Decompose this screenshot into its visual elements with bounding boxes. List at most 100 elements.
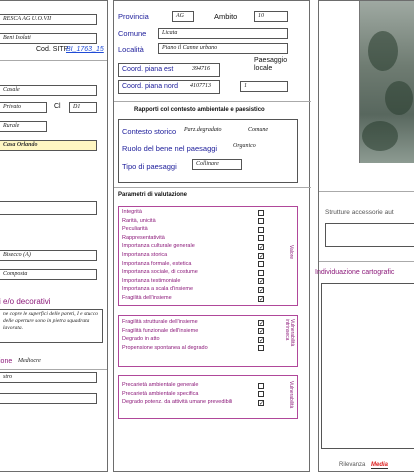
divider [0, 369, 107, 370]
param-label: Precarietà ambientale generale [122, 382, 199, 388]
param-label: Importanza storica [122, 252, 168, 258]
provincia-field[interactable]: AG [172, 11, 194, 22]
param-checkbox[interactable]: ✓ [258, 295, 264, 302]
param-label: Integrità [122, 209, 142, 215]
param-checkbox[interactable]: ✓ [258, 286, 264, 293]
param-checkbox[interactable]: ✓ [258, 278, 264, 285]
param-label: Fragilità dell'insieme [122, 295, 172, 301]
param-label: Importanza culturale generale [122, 243, 195, 250]
field-category[interactable]: Beni Isolati [0, 33, 97, 44]
param-label: Degrado in atto [122, 336, 160, 343]
rapporti-title: Rapporti col contesto ambientale e paesi… [134, 107, 265, 113]
comune-label: Comune [118, 29, 147, 38]
param-checkbox[interactable]: ✓ [258, 328, 264, 335]
divider [0, 60, 107, 61]
param-label: Importanza formale, estetica [122, 260, 192, 267]
localita-field[interactable]: Piano il Canne urbano [158, 43, 288, 54]
field-deco[interactable]: ne copre le superfici delle pareti, I e … [0, 309, 103, 343]
param-checkbox[interactable] [258, 226, 264, 233]
map-frame[interactable] [321, 283, 414, 449]
cons-label: ione [0, 358, 13, 365]
field-cl[interactable]: D1 [69, 102, 97, 113]
contesto-extra[interactable]: Comune [248, 127, 268, 133]
paesaggio-label: Paesaggio locale [254, 57, 288, 72]
sitp-value: BI_1763_15 [66, 46, 104, 53]
ruolo-field[interactable]: Organico [230, 142, 280, 153]
param-label: Rarità, unicità [122, 217, 156, 224]
param-checkbox[interactable] [258, 209, 264, 216]
divider [114, 187, 311, 188]
ambito-label: Ambito [214, 12, 238, 21]
param-checkbox[interactable] [258, 269, 264, 276]
building-photo [359, 1, 414, 163]
field-structure[interactable]: Bisecco (A) [0, 250, 97, 261]
ruolo-label: Ruolo del bene nel paesaggi [122, 144, 218, 153]
param-label: Fragilità strutturale dell'insieme [122, 319, 198, 325]
param-checkbox[interactable]: ✓ [258, 336, 264, 343]
param-checkbox[interactable] [258, 345, 264, 352]
paesaggio-field[interactable]: 1 [240, 81, 288, 92]
field-name[interactable]: Casa Orlando [0, 140, 97, 151]
param-checkbox[interactable] [258, 391, 264, 398]
valore-side-label: Valore [288, 245, 294, 260]
param-label: Importanza a scala d'insieme [122, 286, 194, 293]
vulnerabilita-intrinseca-side-label: Vulnerabilità intrinseca [284, 319, 295, 347]
est-label: Coord. piana est [122, 66, 174, 73]
foliage [385, 81, 413, 115]
field-conservation[interactable]: Mediocre [15, 357, 97, 368]
strutture-field[interactable] [325, 223, 414, 247]
param-checkbox[interactable] [258, 382, 264, 389]
field-use[interactable]: Rurale [0, 121, 47, 132]
nord-value[interactable]: 4107713 [190, 83, 211, 89]
contesto-label: Contesto storico [122, 127, 177, 136]
rilevanza-label: Rilevanza [339, 462, 366, 468]
est-value[interactable]: 394716 [192, 66, 210, 72]
param-checkbox[interactable]: ✓ [258, 319, 264, 326]
tipo-field[interactable]: Collinare [192, 159, 242, 170]
param-label: Peculiarità [122, 226, 148, 233]
deco-title: i e/o decorativi [0, 297, 51, 306]
divider [319, 191, 414, 192]
cl-label: Cl [54, 103, 61, 110]
param-label: Rappresentatività [122, 234, 165, 241]
provincia-label: Provincia [118, 12, 149, 21]
right-panel: Strutture accessorie aut Individuazione … [315, 0, 414, 472]
individuazione-label: Individuazione cartografic [315, 269, 395, 276]
tipo-label: Tipo di paesaggi [122, 162, 177, 171]
param-checkbox[interactable] [258, 235, 264, 242]
parametri-title: Parametri di valutazione [118, 192, 188, 198]
rilevanza-value[interactable]: Media [371, 462, 389, 469]
left-panel: RESCA AG U.O.VII Beni Isolati Cod. SITP … [0, 0, 108, 472]
divider [319, 261, 414, 262]
param-label: Propensione spontanea al degrado [122, 344, 208, 351]
field-ownership[interactable]: Privato [0, 102, 47, 113]
param-checkbox[interactable]: ✓ [258, 399, 264, 406]
nord-label: Coord. piana nord [122, 83, 179, 90]
field-composition[interactable]: Composta [0, 269, 97, 280]
field-type[interactable]: Casale [0, 85, 97, 96]
param-label: Degrado potenz. da attività umane preved… [122, 399, 233, 406]
middle-panel: Provincia AG Ambito 10 Comune Licata Loc… [113, 0, 311, 472]
param-label: Precarietà ambientale specifica [122, 390, 199, 397]
foliage [362, 121, 398, 151]
ambito-field[interactable]: 10 [254, 11, 288, 22]
field-extra[interactable]: stro [0, 372, 97, 383]
field-owner[interactable]: RESCA AG U.O.VII [0, 14, 97, 25]
param-label: Fragilità funzionale dell'insieme [122, 327, 199, 334]
contesto-value[interactable]: Parz.degradato [184, 127, 222, 133]
param-checkbox[interactable] [258, 218, 264, 225]
divider [114, 101, 311, 102]
param-label: Importanza testimoniale [122, 277, 181, 284]
foliage [368, 31, 398, 71]
sitp-label: Cod. SITP [36, 46, 69, 53]
vulnerabilita-side-label: Vulnerabilità [288, 381, 294, 409]
strutture-label: Strutture accessorie aut [325, 209, 394, 216]
param-checkbox[interactable]: ✓ [258, 252, 264, 259]
field-empty-1[interactable] [0, 201, 97, 215]
comune-field[interactable]: Licata [158, 28, 288, 39]
deco-text: ne copre le superfici delle pareti, I e … [3, 311, 99, 331]
param-checkbox[interactable]: ✓ [258, 243, 264, 250]
field-empty-2[interactable] [0, 393, 97, 404]
localita-label: Località [118, 45, 144, 54]
param-checkbox[interactable] [258, 261, 264, 268]
